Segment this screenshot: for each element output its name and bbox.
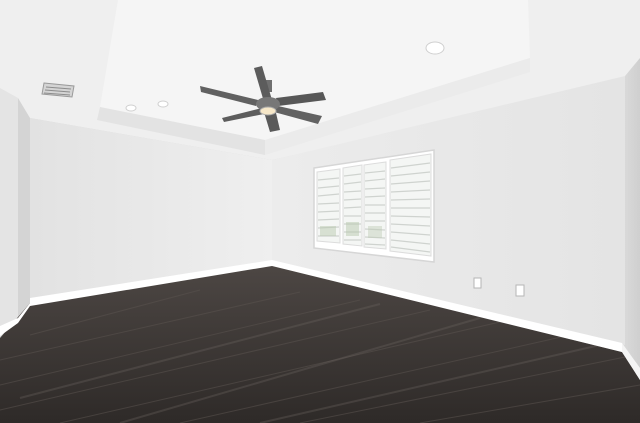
left-column-wall <box>0 88 18 330</box>
electrical-outlet <box>515 284 525 297</box>
hvac-vent <box>41 82 75 98</box>
recessed-light <box>125 104 137 112</box>
recessed-light <box>157 100 169 108</box>
plantation-shutter-window <box>313 149 435 263</box>
right-wall <box>625 58 640 378</box>
room-illustration <box>0 0 640 423</box>
room-photo <box>0 0 640 423</box>
recessed-light <box>425 41 445 55</box>
electrical-outlet <box>473 277 482 289</box>
left-column-side <box>18 98 30 320</box>
